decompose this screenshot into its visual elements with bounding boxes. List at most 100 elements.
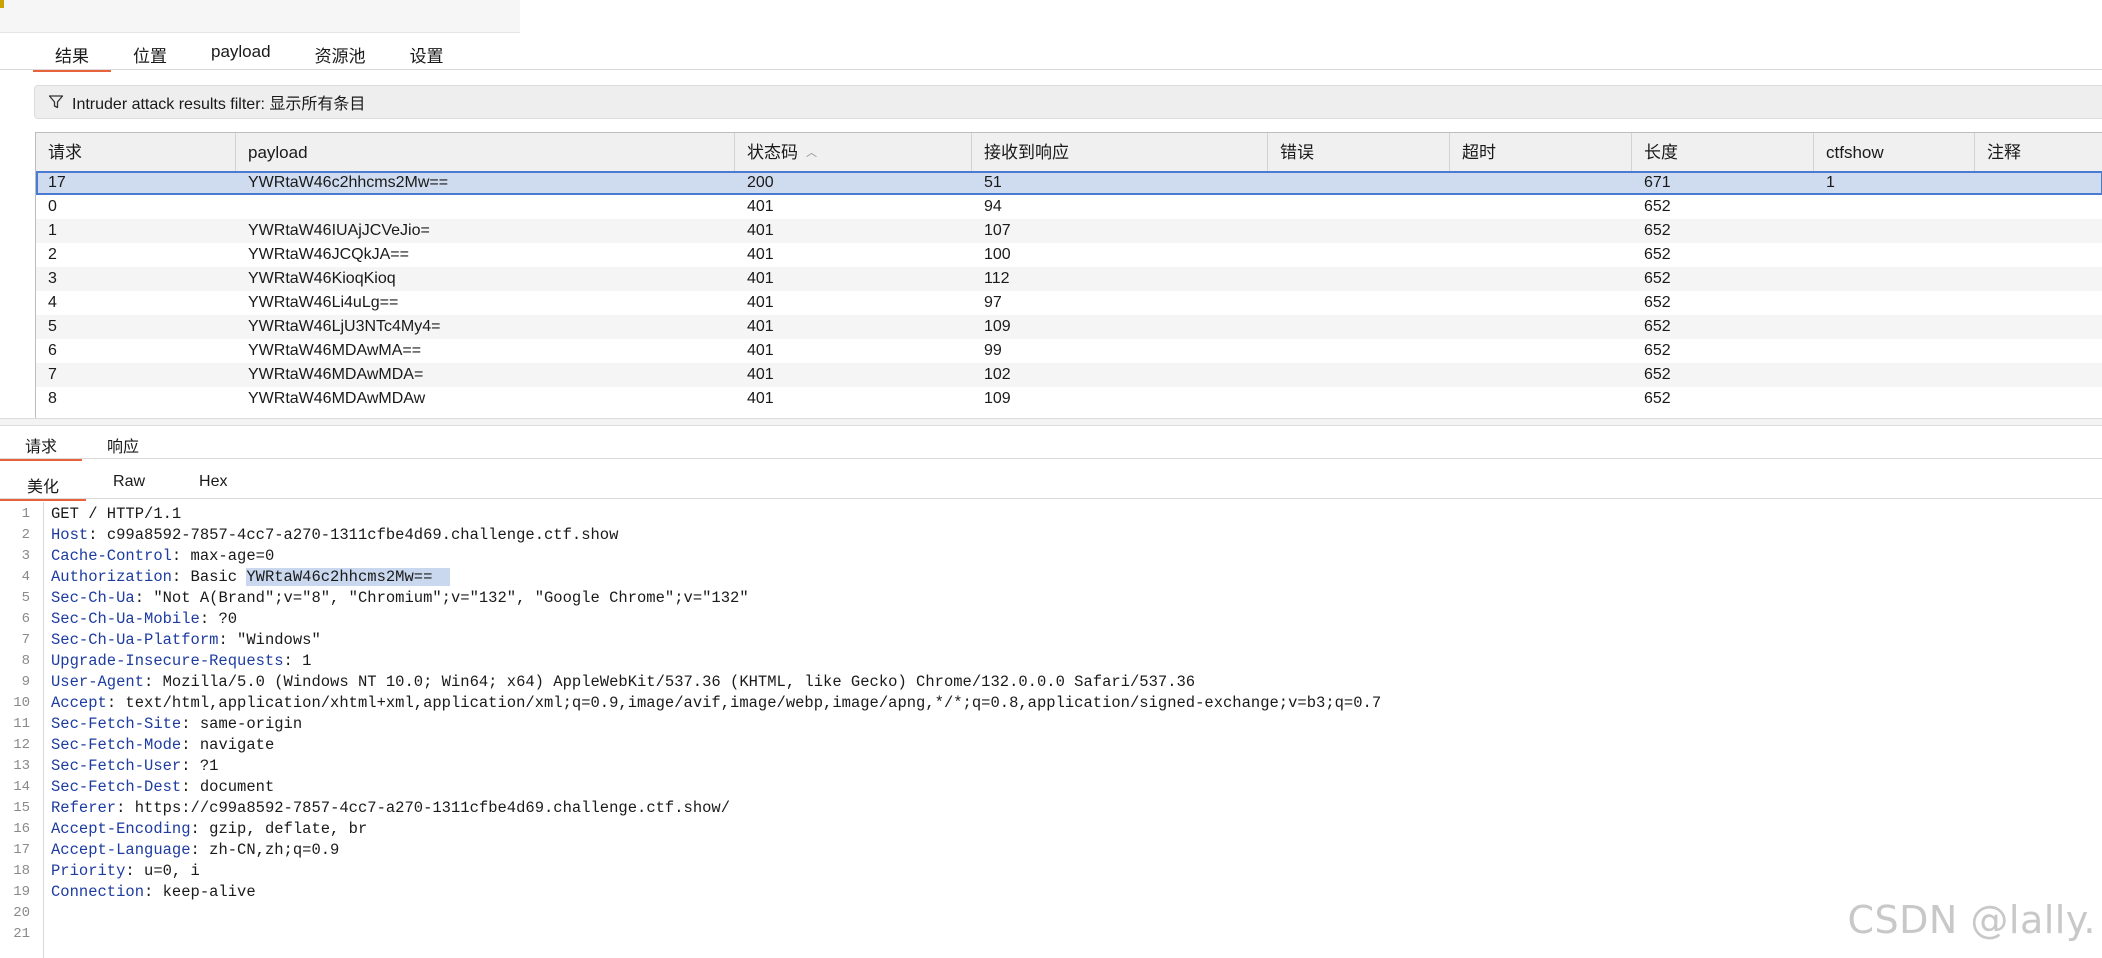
tab-hex[interactable]: Hex	[172, 470, 254, 499]
cell-status: 401	[747, 342, 774, 359]
line-text: Authorization: Basic YWRtaW46c2hhcms2Mw=…	[51, 567, 451, 588]
column-header-payload[interactable]: payload	[236, 133, 735, 171]
pane-divider[interactable]	[0, 418, 2102, 426]
table-row[interactable]: 8 YWRtaW46MDAwMDAw 401 109 652	[36, 387, 2102, 411]
line-number: 3	[21, 548, 30, 564]
tab-response[interactable]: 响应	[82, 430, 164, 459]
table-row[interactable]: 17 YWRtaW46c2hhcms2Mw== 200 51 671 1	[36, 171, 2102, 195]
cell-error	[1268, 315, 1450, 339]
table-row[interactable]: 2 YWRtaW46JCQkJA== 401 100 652	[36, 243, 2102, 267]
sort-ascending-icon: ︿	[806, 147, 817, 159]
filter-icon	[48, 95, 64, 109]
code-line: 7 Sec-Ch-Ua-Platform: "Windows"	[0, 630, 2102, 651]
header-value: 1	[302, 652, 312, 670]
cell-request: 1	[48, 222, 57, 239]
cell-status: 401	[747, 246, 774, 263]
table-row[interactable]: 5 YWRtaW46LjU3NTc4My4= 401 109 652	[36, 315, 2102, 339]
payload-highlight[interactable]: YWRtaW46c2hhcms2Mw==	[246, 568, 451, 586]
code-line: 18 Priority: u=0, i	[0, 861, 2102, 882]
cell-ctfshow: 1	[1826, 174, 1835, 191]
tabs-divider	[0, 69, 2102, 70]
request-line: GET / HTTP/1.1	[51, 505, 182, 523]
cell-timeout	[1450, 267, 1632, 291]
cell-timeout	[1450, 363, 1632, 387]
header-separator: :	[283, 652, 303, 670]
header-value: ?1	[199, 757, 219, 775]
line-text: User-Agent: Mozilla/5.0 (Windows NT 10.0…	[51, 672, 1195, 693]
table-row[interactable]: 7 YWRtaW46MDAwMDA= 401 102 652	[36, 363, 2102, 387]
code-line: 2 Host: c99a8592-7857-4cc7-a270-1311cfbe4…	[0, 525, 2102, 546]
cell-payload: YWRtaW46Li4uLg==	[248, 294, 399, 311]
table-row[interactable]: 6 YWRtaW46MDAwMA== 401 99 652	[36, 339, 2102, 363]
cell-comment	[1975, 171, 2102, 195]
cell-status: 401	[747, 390, 774, 407]
header-separator: :	[125, 862, 145, 880]
cell-received: 107	[984, 222, 1011, 239]
cell-length: 652	[1644, 270, 1671, 287]
header-separator: :	[181, 778, 200, 796]
line-number: 19	[13, 884, 30, 900]
cell-status: 401	[747, 198, 774, 215]
tab-results[interactable]: 结果	[33, 38, 111, 72]
code-line: 4 Authorization: Basic YWRtaW46c2hhcms2Mw…	[0, 567, 2102, 588]
cell-payload: YWRtaW46c2hhcms2Mw==	[248, 174, 449, 191]
column-header-request[interactable]: 请求	[36, 133, 236, 171]
cell-ctfshow	[1814, 339, 1975, 363]
column-header-ctfshow[interactable]: ctfshow	[1814, 133, 1975, 171]
header-name: Authorization	[51, 568, 172, 586]
line-number: 8	[21, 653, 30, 669]
column-header-comment[interactable]: 注释	[1975, 133, 2102, 171]
tab-raw[interactable]: Raw	[86, 470, 172, 499]
tab-settings[interactable]: 设置	[388, 38, 466, 68]
line-number: 12	[13, 737, 30, 753]
table-row[interactable]: 1 YWRtaW46IUAjJCVeJio= 401 107 652	[36, 219, 2102, 243]
tab-resource-pool[interactable]: 资源池	[293, 38, 388, 68]
line-number: 14	[13, 779, 30, 795]
code-line: 10 Accept: text/html,application/xhtml+xm…	[0, 693, 2102, 714]
line-number: 16	[13, 821, 30, 837]
line-text: Upgrade-Insecure-Requests: 1	[51, 651, 311, 672]
cell-ctfshow	[1814, 363, 1975, 387]
line-text: Accept-Encoding: gzip, deflate, br	[51, 819, 367, 840]
cell-received: 97	[984, 294, 1002, 311]
results-filter-bar[interactable]: Intruder attack results filter: 显示所有条目	[34, 85, 2102, 119]
line-number: 15	[13, 800, 30, 816]
header-value: same-origin	[199, 715, 303, 733]
cell-payload: YWRtaW46IUAjJCVeJio=	[248, 222, 430, 239]
table-row[interactable]: 3 YWRtaW46KioqKioq 401 112 652	[36, 267, 2102, 291]
table-row[interactable]: 0 401 94 652	[36, 195, 2102, 219]
header-separator: :	[218, 631, 238, 649]
cell-error	[1268, 219, 1450, 243]
results-table: 请求 payload 状态码 ︿ 接收到响应 错误 超时 长度 ctfshow 注…	[35, 132, 2102, 419]
cell-length: 652	[1644, 198, 1671, 215]
line-text: Host: c99a8592-7857-4cc7-a270-1311cfbe4d…	[51, 525, 618, 546]
header-name: Accept-Language	[51, 841, 191, 859]
main-tabs: 结果 位置 payload 资源池 设置	[33, 38, 466, 72]
tab-pretty[interactable]: 美化	[0, 470, 87, 501]
table-header: 请求 payload 状态码 ︿ 接收到响应 错误 超时 长度 ctfshow 注…	[36, 133, 2102, 172]
column-header-timeout[interactable]: 超时	[1450, 133, 1632, 171]
cell-length: 652	[1644, 246, 1671, 263]
line-text: Sec-Fetch-Site: same-origin	[51, 714, 302, 735]
column-label: 状态码	[747, 143, 798, 162]
code-line: 21	[0, 924, 2102, 945]
tab-request[interactable]: 请求	[0, 430, 83, 461]
cell-error	[1268, 387, 1450, 411]
tab-payloads[interactable]: payload	[189, 38, 293, 68]
column-header-status[interactable]: 状态码 ︿	[735, 133, 972, 171]
top-band	[0, 0, 2102, 34]
column-header-received[interactable]: 接收到响应	[972, 133, 1268, 171]
column-label: payload	[248, 143, 308, 162]
tab-positions[interactable]: 位置	[111, 38, 189, 68]
cell-timeout	[1450, 219, 1632, 243]
cell-status: 401	[747, 294, 774, 311]
cell-request: 4	[48, 294, 57, 311]
table-row[interactable]: 4 YWRtaW46Li4uLg== 401 97 652	[36, 291, 2102, 315]
header-separator: :	[190, 841, 210, 859]
column-header-error[interactable]: 错误	[1268, 133, 1450, 171]
column-label: 超时	[1462, 143, 1496, 162]
line-text: Accept-Language: zh-CN,zh;q=0.9	[51, 840, 339, 861]
cell-length: 671	[1644, 174, 1671, 191]
cell-comment	[1975, 243, 2102, 267]
column-header-length[interactable]: 长度	[1632, 133, 1814, 171]
